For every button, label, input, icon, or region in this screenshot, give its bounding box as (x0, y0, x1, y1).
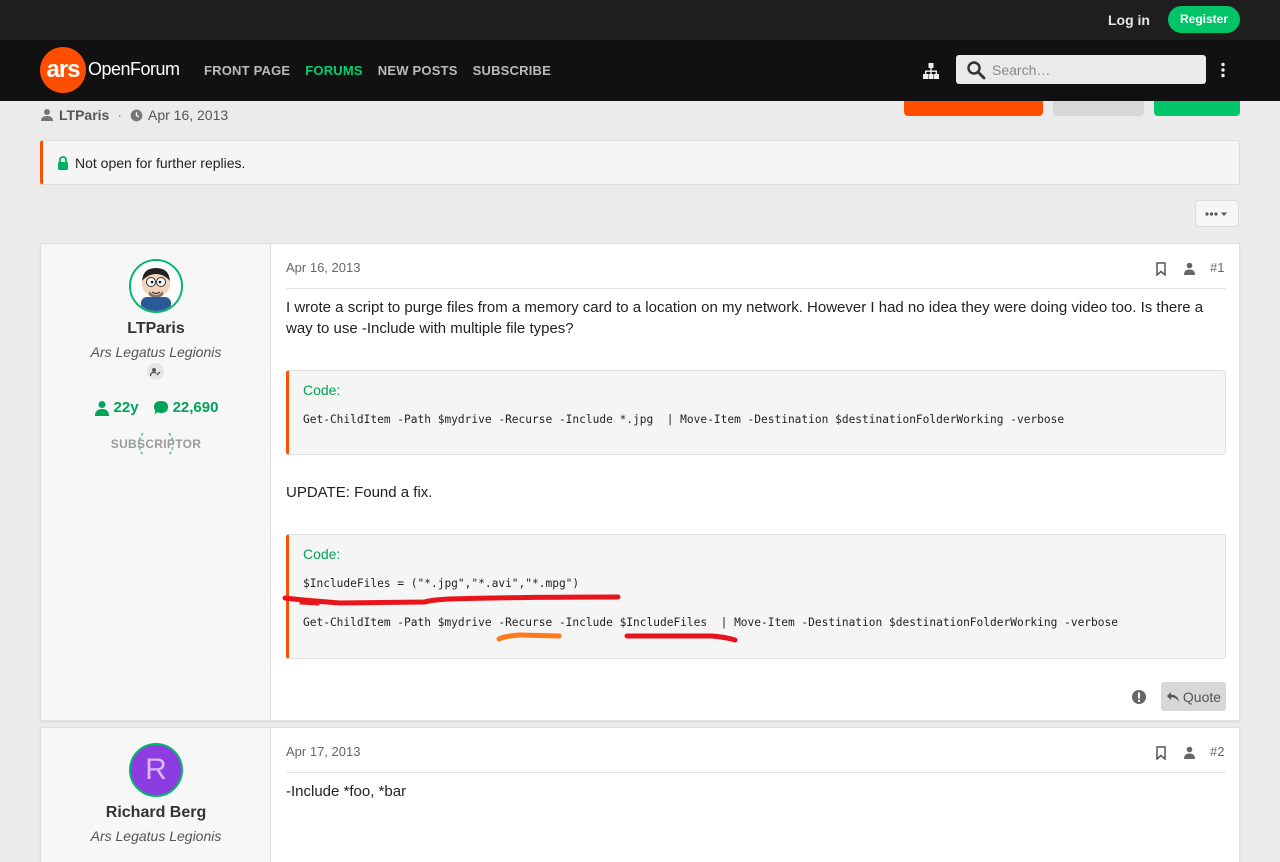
post-number[interactable]: #1 (1210, 260, 1224, 275)
message-header: Apr 16, 2013 #1 (286, 244, 1226, 289)
avatar[interactable] (129, 259, 183, 313)
search-input[interactable] (992, 61, 1192, 78)
main-nav: ars OpenForum FRONT PAGE FORUMS NEW POST… (0, 40, 1280, 101)
meta-separator: · (117, 107, 122, 123)
quote-button[interactable]: Quote (1161, 682, 1226, 711)
user-title: Ars Legatus Legionis (90, 828, 222, 844)
user-title: Ars Legatus Legionis (90, 344, 222, 360)
thread-tools-button[interactable] (1195, 200, 1239, 227)
share-user-icon[interactable] (1183, 746, 1196, 759)
tenure-value: 22y (113, 399, 139, 416)
nav-links: FRONT PAGE FORUMS NEW POSTS SUBSCRIBE (204, 63, 566, 78)
search-icon (967, 60, 986, 79)
post: R Richard Berg Ars Legatus Legionis Apr … (40, 727, 1240, 862)
code-label: Code: (303, 546, 341, 562)
username[interactable]: LTParis (41, 320, 271, 338)
user-info: LTParis Ars Legatus Legionis 22y 22,690 … (41, 244, 271, 720)
thread-date[interactable]: Apr 16, 2013 (148, 107, 228, 123)
user-badge-icon (147, 363, 164, 380)
post: LTParis Ars Legatus Legionis 22y 22,690 … (40, 243, 1240, 721)
sitemap-icon[interactable] (922, 62, 940, 80)
message-count-value: 22,690 (172, 399, 219, 416)
username[interactable]: Richard Berg (41, 804, 271, 822)
message-header: Apr 17, 2013 #2 (286, 728, 1226, 773)
search-box[interactable] (956, 55, 1206, 84)
thread-author[interactable]: LTParis (59, 107, 109, 123)
user-stats: 22y 22,690 (41, 399, 271, 416)
logo-mark: ars (40, 46, 86, 93)
ellipsis-icon (1205, 211, 1227, 216)
register-button[interactable]: Register (1168, 6, 1240, 33)
code-label: Code: (303, 382, 341, 398)
quote-label: Quote (1182, 688, 1222, 705)
top-bar: Log in Register (0, 0, 1280, 40)
thread-locked-notice: Not open for further replies. (40, 140, 1240, 185)
site-logo[interactable]: ars OpenForum (40, 46, 180, 93)
post-number[interactable]: #2 (1210, 744, 1224, 759)
clock-icon (130, 109, 143, 121)
nav-new-posts[interactable]: NEW POSTS (378, 63, 458, 78)
notice-text: Not open for further replies. (75, 154, 246, 171)
code-line: Get-ChildItem -Path $mydrive -Recurse -I… (303, 616, 1118, 629)
post-text: -Include *foo, *bar (286, 783, 407, 800)
post-text: UPDATE: Found a fix. (286, 484, 433, 501)
bookmark-icon[interactable] (1155, 262, 1167, 276)
post-date[interactable]: Apr 17, 2013 (286, 744, 360, 759)
logo-text: OpenForum (88, 59, 180, 79)
nav-forums[interactable]: FORUMS (305, 63, 363, 78)
person-icon (94, 400, 109, 416)
code-block: Code: $IncludeFiles = ("*.jpg","*.avi","… (286, 534, 1226, 659)
reply-arrow-icon (1166, 691, 1179, 702)
avatar[interactable]: R (129, 743, 183, 797)
thread-meta: LTParis · Apr 16, 2013 (40, 107, 228, 123)
user-info: R Richard Berg Ars Legatus Legionis (41, 728, 271, 862)
bookmark-icon[interactable] (1155, 746, 1167, 760)
nav-front-page[interactable]: FRONT PAGE (204, 63, 290, 78)
message-footer: Quote (286, 682, 1226, 712)
post-text: I wrote a script to purge files from a m… (286, 299, 1204, 337)
subscriptor-label: SUBSCRIPTOR (110, 437, 202, 451)
person-icon (41, 109, 53, 121)
code-block: Code: Get-ChildItem -Path $mydrive -Recu… (286, 370, 1226, 455)
report-icon[interactable] (1131, 689, 1147, 705)
speech-bubble-icon (153, 400, 168, 414)
tenure-stat: 22y (94, 399, 139, 416)
subscriptor-badge: SUBSCRIPTOR (107, 430, 205, 458)
avatar-letter: R (145, 753, 167, 786)
login-link[interactable]: Log in (1108, 12, 1150, 28)
post-date[interactable]: Apr 16, 2013 (286, 260, 360, 275)
more-vertical-icon[interactable] (1217, 61, 1229, 79)
cartoon-avatar-icon (131, 261, 181, 311)
message-cell: Apr 16, 2013 #1 I wrote a script to purg… (286, 244, 1226, 720)
code-line: Get-ChildItem -Path $mydrive -Recurse -I… (303, 413, 1065, 426)
nav-subscribe[interactable]: SUBSCRIBE (473, 63, 551, 78)
message-cell: Apr 17, 2013 #2 -Include *foo, *bar (286, 728, 1226, 862)
share-user-icon[interactable] (1183, 262, 1196, 275)
lock-icon (58, 155, 68, 170)
message-count-stat: 22,690 (153, 399, 219, 416)
code-line: $IncludeFiles = ("*.jpg","*.avi","*.mpg"… (303, 577, 580, 590)
